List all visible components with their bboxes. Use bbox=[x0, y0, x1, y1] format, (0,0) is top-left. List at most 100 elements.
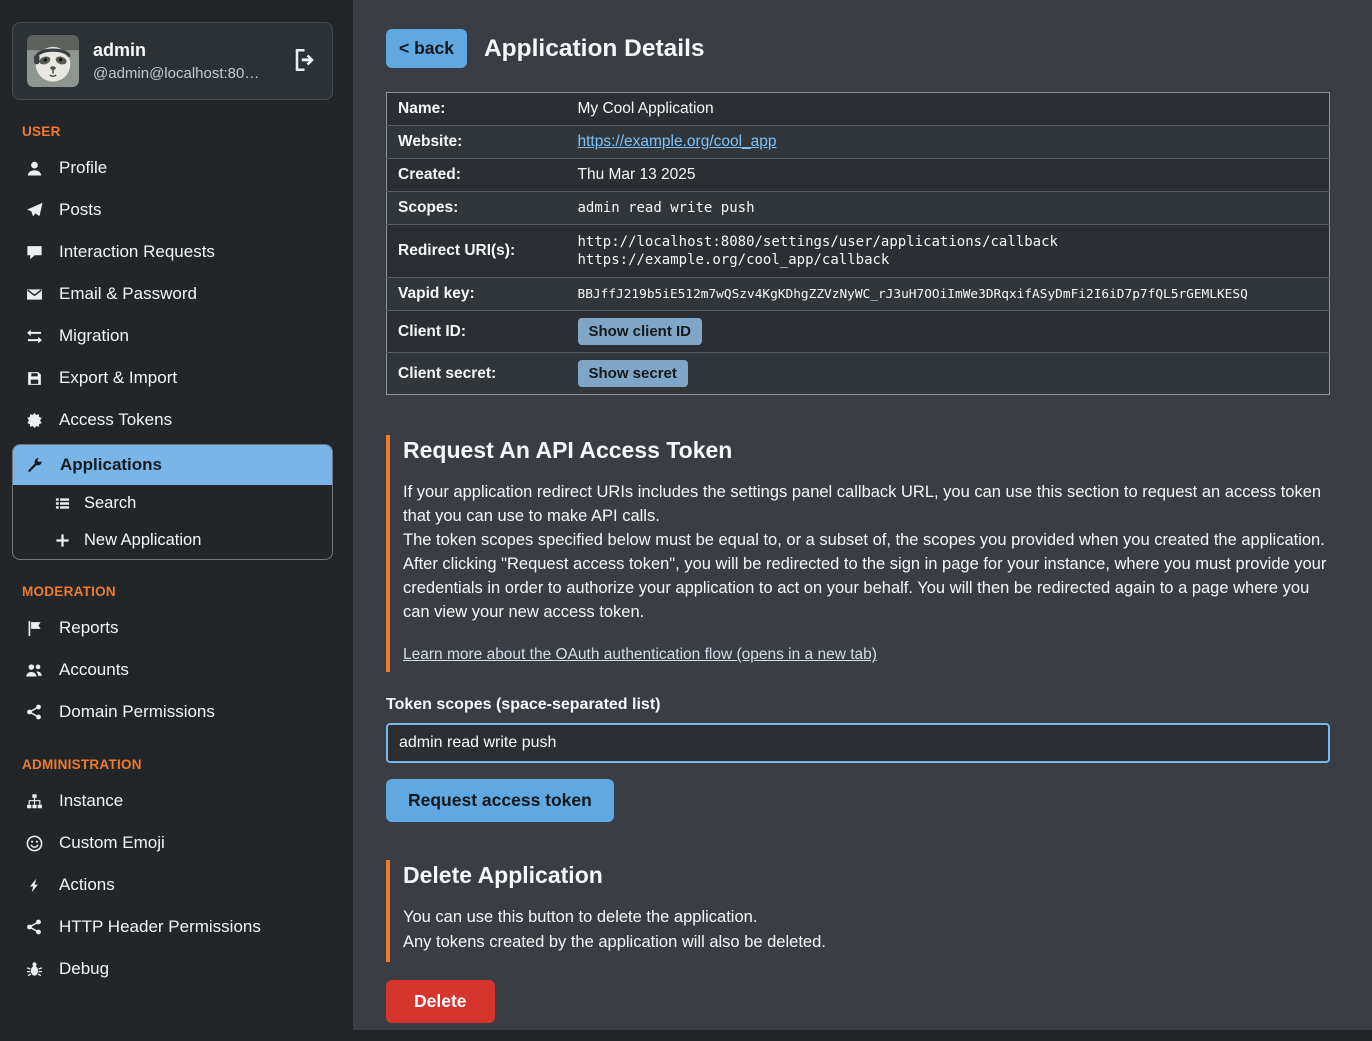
bug-icon bbox=[24, 960, 44, 978]
sidebar-item-label: Access Tokens bbox=[59, 410, 172, 430]
show-client-id-button[interactable]: Show client ID bbox=[578, 318, 703, 345]
sidebar-item-label: Accounts bbox=[59, 660, 129, 680]
share-nodes-icon bbox=[24, 918, 44, 936]
sidebar-item-reports[interactable]: Reports bbox=[12, 607, 333, 649]
sidebar-item-email-password[interactable]: Email & Password bbox=[12, 273, 333, 315]
logout-icon bbox=[294, 60, 318, 75]
app-window: admin @admin@localhost:80… USER Profile bbox=[0, 0, 1372, 1041]
name-label: Name: bbox=[387, 93, 567, 126]
sidebar-item-new-application[interactable]: New Application bbox=[13, 522, 332, 559]
delete-button[interactable]: Delete bbox=[386, 980, 495, 1023]
table-row-name: Name: My Cool Application bbox=[387, 93, 1330, 126]
avatar bbox=[27, 35, 79, 87]
table-row-website: Website: https://example.org/cool_app bbox=[387, 126, 1330, 159]
sidebar-item-domain-permissions[interactable]: Domain Permissions bbox=[12, 691, 333, 733]
table-row-client-secret: Client secret: Show secret bbox=[387, 353, 1330, 395]
sidebar-item-accounts[interactable]: Accounts bbox=[12, 649, 333, 691]
exchange-arrows-icon bbox=[24, 327, 44, 345]
sidebar-item-interaction-requests[interactable]: Interaction Requests bbox=[12, 231, 333, 273]
show-secret-button[interactable]: Show secret bbox=[578, 360, 688, 387]
user-meta: admin @admin@localhost:80… bbox=[93, 40, 259, 82]
redirect-uris-value: http://localhost:8080/settings/user/appl… bbox=[567, 225, 1330, 278]
user-card: admin @admin@localhost:80… bbox=[12, 22, 333, 100]
list-icon bbox=[53, 495, 71, 513]
delete-line-2: Any tokens created by the application wi… bbox=[403, 930, 1330, 954]
name-value: My Cool Application bbox=[567, 93, 1330, 126]
sidebar-item-actions[interactable]: Actions bbox=[12, 864, 333, 906]
floppy-disk-icon bbox=[24, 369, 44, 387]
page-title: Application Details bbox=[484, 35, 705, 63]
sidebar-item-label: Profile bbox=[59, 158, 107, 178]
token-scopes-input[interactable] bbox=[386, 723, 1330, 763]
back-button[interactable]: < back bbox=[386, 29, 467, 68]
sidebar-item-label: Custom Emoji bbox=[59, 833, 165, 853]
logout-button[interactable] bbox=[294, 48, 318, 75]
sidebar-item-label: Actions bbox=[59, 875, 115, 895]
request-token-paragraph-3: After clicking "Request access token", y… bbox=[403, 552, 1330, 624]
sidebar-item-label: New Application bbox=[84, 531, 201, 550]
sidebar-group-applications: Applications Search New Application bbox=[12, 444, 333, 560]
vapid-key-value: BBJffJ219b5iE512m7wQSzv4KgKDhgZZVzNyWC_r… bbox=[567, 278, 1330, 311]
website-label: Website: bbox=[387, 126, 567, 159]
sidebar-item-label: HTTP Header Permissions bbox=[59, 917, 261, 937]
sidebar-item-export-import[interactable]: Export & Import bbox=[12, 357, 333, 399]
created-label: Created: bbox=[387, 159, 567, 192]
sidebar-item-label: Search bbox=[84, 494, 136, 513]
sidebar-item-applications[interactable]: Applications bbox=[13, 445, 332, 485]
token-scopes-label: Token scopes (space-separated list) bbox=[386, 696, 1330, 714]
sidebar-item-access-tokens[interactable]: Access Tokens bbox=[12, 399, 333, 441]
users-icon bbox=[24, 661, 44, 679]
scopes-value: admin read write push bbox=[567, 192, 1330, 225]
request-access-token-button[interactable]: Request access token bbox=[386, 779, 614, 822]
request-token-paragraph-2: The token scopes specified below must be… bbox=[403, 528, 1330, 552]
sidebar-item-profile[interactable]: Profile bbox=[12, 147, 333, 189]
application-details-table: Name: My Cool Application Website: https… bbox=[386, 92, 1330, 395]
delete-application-section: Delete Application You can use this butt… bbox=[386, 860, 1330, 961]
oauth-docs-link[interactable]: Learn more about the OAuth authenticatio… bbox=[403, 646, 877, 664]
sidebar-item-label: Debug bbox=[59, 959, 109, 979]
scopes-label: Scopes: bbox=[387, 192, 567, 225]
sidebar-item-instance[interactable]: Instance bbox=[12, 780, 333, 822]
wrench-icon bbox=[25, 456, 45, 474]
sidebar-item-label: Applications bbox=[60, 455, 162, 475]
section-label-user: USER bbox=[22, 124, 323, 139]
share-nodes-icon bbox=[24, 703, 44, 721]
delete-line-1: You can use this button to delete the ap… bbox=[403, 905, 1330, 929]
redirect-uri-1: http://localhost:8080/settings/user/appl… bbox=[578, 234, 1319, 250]
sidebar-item-label: Migration bbox=[59, 326, 129, 346]
website-link[interactable]: https://example.org/cool_app bbox=[578, 133, 777, 150]
request-token-section: Request An API Access Token If your appl… bbox=[386, 435, 1330, 672]
sidebar-item-label: Domain Permissions bbox=[59, 702, 215, 722]
redirect-uri-2: https://example.org/cool_app/callback bbox=[578, 252, 1319, 268]
sidebar-item-label: Posts bbox=[59, 200, 102, 220]
table-row-created: Created: Thu Mar 13 2025 bbox=[387, 159, 1330, 192]
sidebar-item-posts[interactable]: Posts bbox=[12, 189, 333, 231]
user-icon bbox=[24, 159, 44, 177]
paper-plane-icon bbox=[24, 201, 44, 219]
envelope-icon bbox=[24, 285, 44, 303]
redirect-uris-label: Redirect URI(s): bbox=[387, 225, 567, 278]
client-id-label: Client ID: bbox=[387, 311, 567, 353]
sidebar: admin @admin@localhost:80… USER Profile bbox=[0, 0, 345, 1041]
sitemap-icon bbox=[24, 792, 44, 810]
comment-icon bbox=[24, 243, 44, 261]
section-label-moderation: MODERATION bbox=[22, 584, 323, 599]
main-panel: < back Application Details Name: My Cool… bbox=[353, 0, 1372, 1030]
table-row-client-id: Client ID: Show client ID bbox=[387, 311, 1330, 353]
sidebar-item-label: Interaction Requests bbox=[59, 242, 215, 262]
request-token-paragraph-1: If your application redirect URIs includ… bbox=[403, 480, 1330, 528]
sidebar-item-debug[interactable]: Debug bbox=[12, 948, 333, 990]
bolt-icon bbox=[24, 876, 44, 894]
flag-icon bbox=[24, 619, 44, 637]
table-row-redirect-uris: Redirect URI(s): http://localhost:8080/s… bbox=[387, 225, 1330, 278]
table-row-vapid-key: Vapid key: BBJffJ219b5iE512m7wQSzv4KgKDh… bbox=[387, 278, 1330, 311]
vapid-key-label: Vapid key: bbox=[387, 278, 567, 311]
sidebar-item-search[interactable]: Search bbox=[13, 485, 332, 522]
sidebar-item-migration[interactable]: Migration bbox=[12, 315, 333, 357]
sidebar-item-http-header-permissions[interactable]: HTTP Header Permissions bbox=[12, 906, 333, 948]
request-token-heading: Request An API Access Token bbox=[403, 437, 1330, 464]
sidebar-item-custom-emoji[interactable]: Custom Emoji bbox=[12, 822, 333, 864]
user-name: admin bbox=[93, 40, 259, 61]
user-handle: @admin@localhost:80… bbox=[93, 65, 259, 82]
delete-application-heading: Delete Application bbox=[403, 862, 1330, 889]
